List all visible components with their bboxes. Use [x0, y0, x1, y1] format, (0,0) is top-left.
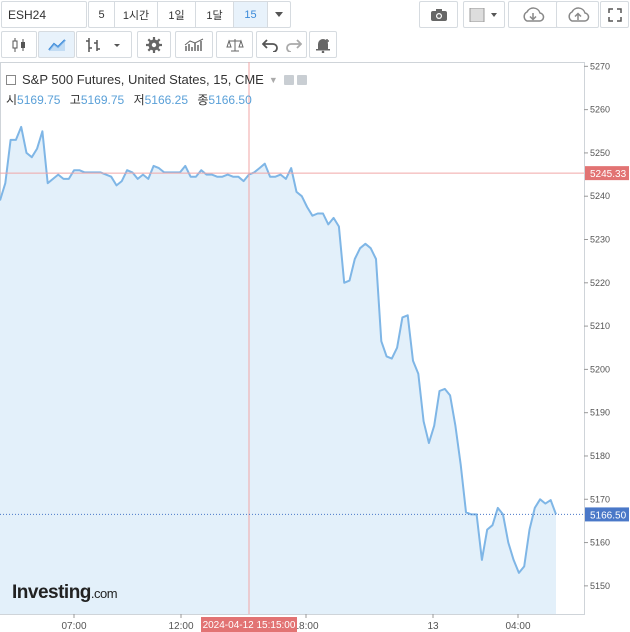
- settings-button[interactable]: [137, 31, 171, 58]
- download-button[interactable]: [508, 1, 558, 28]
- y-tick-label: 5250: [590, 148, 610, 158]
- chart-legend: S&P 500 Futures, United States, 15, CME …: [6, 72, 307, 108]
- interval-dropdown[interactable]: [268, 2, 290, 27]
- candlestick-icon: [12, 37, 25, 52]
- redo-icon[interactable]: [285, 38, 302, 52]
- chevron-down-icon: [275, 12, 283, 17]
- y-tick-label: 5220: [590, 278, 610, 288]
- camera-button[interactable]: [419, 1, 458, 28]
- bar-chart-icon: [86, 37, 120, 52]
- symbol-input[interactable]: ESH24: [1, 1, 87, 28]
- cloud-download-icon: [523, 6, 545, 22]
- upload-button[interactable]: [556, 1, 599, 28]
- high-value: 5169.75: [80, 93, 125, 107]
- x-tick-label: 12:00: [168, 621, 193, 632]
- ohlc-values: 시5169.75 고5169.75 저5166.25 종5166.50: [6, 91, 307, 108]
- indicators-icon: [184, 38, 204, 51]
- y-tick-label: 5230: [590, 235, 610, 245]
- bar-type-button[interactable]: [76, 31, 132, 58]
- y-tick-label: 5150: [590, 581, 610, 591]
- collapse-icon[interactable]: [6, 74, 16, 85]
- chevron-down-icon[interactable]: ▼: [269, 75, 278, 85]
- open-value: 5169.75: [17, 93, 61, 107]
- undo-redo-group: [256, 31, 307, 58]
- interval-15[interactable]: 15: [234, 2, 268, 27]
- interval-1h[interactable]: 1시간: [115, 2, 158, 27]
- y-tick-label: 5190: [590, 408, 610, 418]
- y-tick-label: 5200: [590, 364, 610, 374]
- settings-icon: [146, 36, 162, 53]
- fullscreen-button[interactable]: [600, 1, 629, 28]
- undo-icon[interactable]: [261, 38, 278, 52]
- y-tick-label: 5260: [590, 105, 610, 115]
- cloud-upload-icon: [567, 6, 589, 22]
- square-icon: [469, 7, 497, 22]
- top-toolbar: ESH24 5 1시간 1일 1달 15: [0, 0, 630, 29]
- last-price-tag: 5166.50: [590, 510, 627, 521]
- camera-icon: [430, 8, 447, 21]
- high-label: 고: [69, 93, 81, 107]
- chart-style-button[interactable]: [463, 1, 505, 28]
- line-chart-button[interactable]: [38, 31, 75, 58]
- fullscreen-icon: [607, 7, 622, 22]
- interval-5[interactable]: 5: [89, 2, 115, 27]
- x-tick-label: 04:00: [505, 621, 530, 632]
- indicators-button[interactable]: [175, 31, 213, 58]
- x-tick-label: 18:00: [293, 621, 318, 632]
- low-value: 5166.25: [144, 93, 188, 107]
- chart-area[interactable]: 5150 5160 5170 5180 5190 5200 5210 5220 5230 5240…: [0, 62, 630, 632]
- settings-small-icon[interactable]: [283, 74, 294, 85]
- alert-icon: [316, 38, 330, 53]
- line-chart-icon: [47, 38, 66, 51]
- y-tick-label: 5210: [590, 321, 610, 331]
- low-label: 저: [133, 93, 145, 107]
- investing-logo: Investing.com: [12, 582, 118, 603]
- chart-title: S&P 500 Futures, United States, 15, CME: [22, 72, 264, 87]
- interval-1m[interactable]: 1달: [196, 2, 234, 27]
- close-value: 5166.50: [208, 93, 252, 107]
- y-tick-label: 5170: [590, 494, 610, 504]
- crosshair-time-tag: 2024-04-12 15:15:00: [203, 620, 296, 631]
- compare-button[interactable]: [216, 31, 253, 58]
- alert-button[interactable]: [309, 31, 337, 58]
- close-small-icon[interactable]: [296, 74, 307, 85]
- interval-1d[interactable]: 1일: [158, 2, 196, 27]
- x-tick-label: 13: [427, 621, 439, 632]
- candlestick-button[interactable]: [1, 31, 37, 58]
- open-label: 시: [6, 93, 18, 107]
- y-tick-label: 5240: [590, 191, 610, 201]
- x-tick-label: 07:00: [61, 621, 86, 632]
- price-chart[interactable]: 5150 5160 5170 5180 5190 5200 5210 5220 5230 5240…: [0, 62, 630, 632]
- interval-selector: 5 1시간 1일 1달 15: [88, 1, 291, 28]
- y-tick-label: 5160: [590, 538, 610, 548]
- y-tick-label: 5270: [590, 62, 610, 71]
- compare-icon: [225, 38, 244, 51]
- crosshair-price-tag: 5245.33: [590, 169, 627, 180]
- y-tick-label: 5180: [590, 451, 610, 461]
- close-label: 종: [197, 93, 209, 107]
